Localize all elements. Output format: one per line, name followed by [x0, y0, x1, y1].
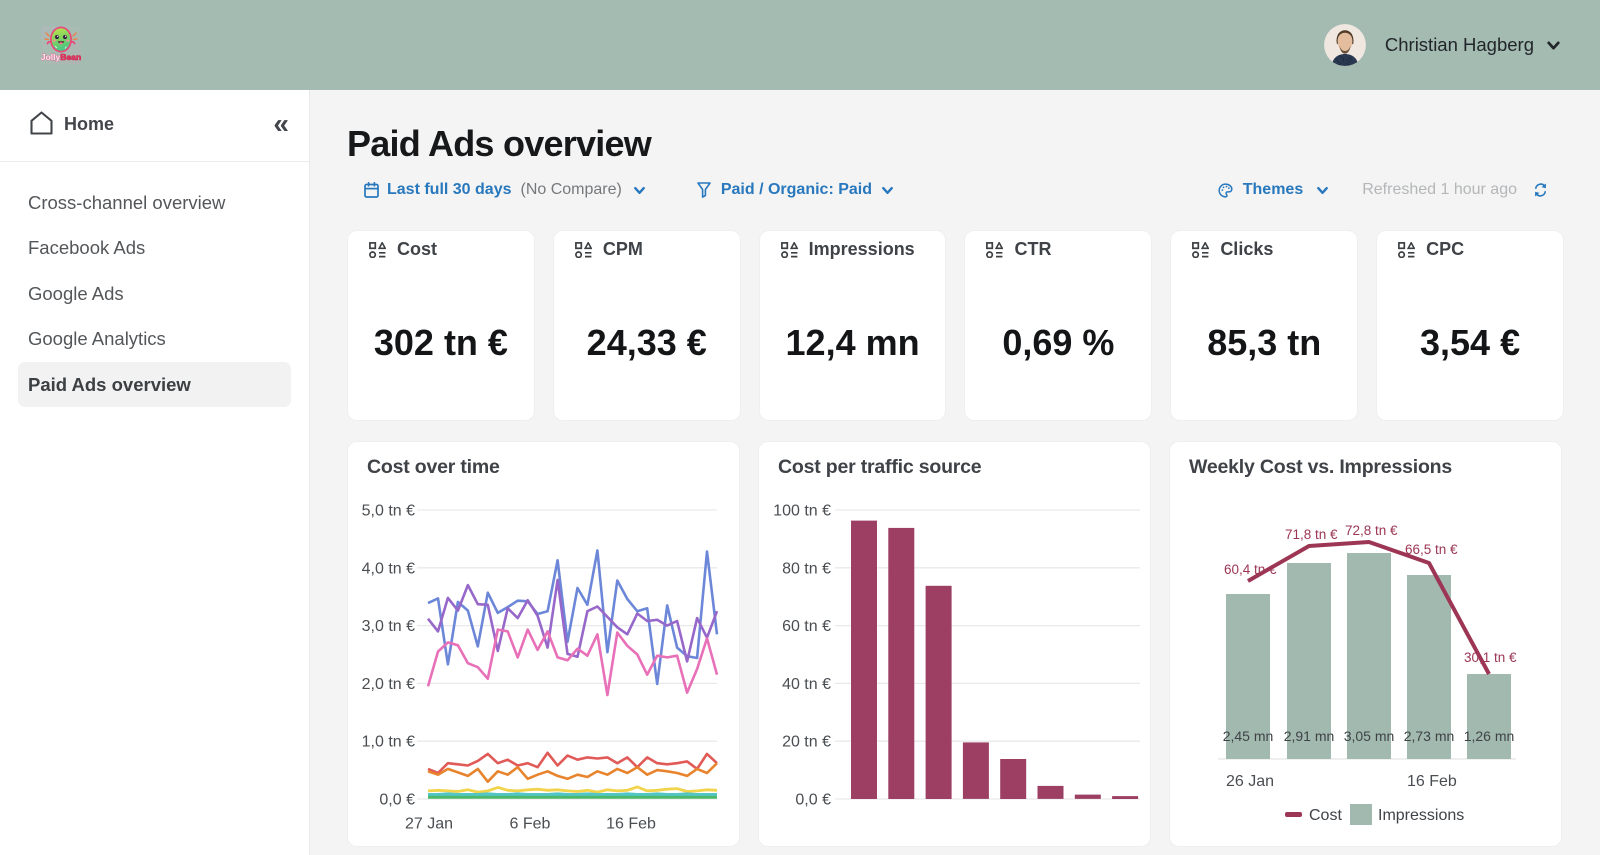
svg-text:1,0 tn €: 1,0 tn €: [362, 734, 415, 751]
svg-text:2,45 mn: 2,45 mn: [1223, 728, 1274, 744]
svg-text:2,91 mn: 2,91 mn: [1284, 728, 1335, 744]
svg-text:27 Jan: 27 Jan: [405, 816, 453, 833]
svg-text:16 Feb: 16 Feb: [606, 816, 656, 833]
svg-text:4,0 tn €: 4,0 tn €: [362, 560, 415, 577]
svg-text:30,1 tn €: 30,1 tn €: [1464, 650, 1517, 665]
svg-text:20 tn €: 20 tn €: [782, 734, 831, 751]
svg-text:40 tn €: 40 tn €: [782, 676, 831, 693]
svg-text:Cost: Cost: [1309, 807, 1342, 824]
svg-text:16 Feb: 16 Feb: [1407, 773, 1457, 790]
svg-text:3,05 mn: 3,05 mn: [1344, 728, 1395, 744]
svg-text:71,8 tn €: 71,8 tn €: [1285, 527, 1338, 542]
svg-text:Impressions: Impressions: [1378, 807, 1464, 824]
svg-text:3,0 tn €: 3,0 tn €: [362, 618, 415, 635]
svg-text:66,5 tn €: 66,5 tn €: [1405, 542, 1458, 557]
svg-text:72,8 tn €: 72,8 tn €: [1345, 523, 1398, 538]
svg-text:0,0 €: 0,0 €: [795, 792, 831, 809]
svg-text:2,0 tn €: 2,0 tn €: [362, 676, 415, 693]
svg-text:80 tn €: 80 tn €: [782, 560, 831, 577]
svg-text:0,0 €: 0,0 €: [379, 792, 415, 809]
svg-text:JollyBean: JollyBean: [41, 52, 81, 62]
svg-text:5,0 tn €: 5,0 tn €: [362, 503, 415, 520]
svg-text:6 Feb: 6 Feb: [510, 816, 551, 833]
svg-text:60 tn €: 60 tn €: [782, 618, 831, 635]
svg-text:100 tn €: 100 tn €: [773, 503, 831, 520]
svg-text:1,26 mn: 1,26 mn: [1464, 728, 1515, 744]
svg-text:60,4 tn €: 60,4 tn €: [1224, 562, 1277, 577]
svg-text:26 Jan: 26 Jan: [1226, 773, 1274, 790]
svg-text:2,73 mn: 2,73 mn: [1404, 728, 1455, 744]
